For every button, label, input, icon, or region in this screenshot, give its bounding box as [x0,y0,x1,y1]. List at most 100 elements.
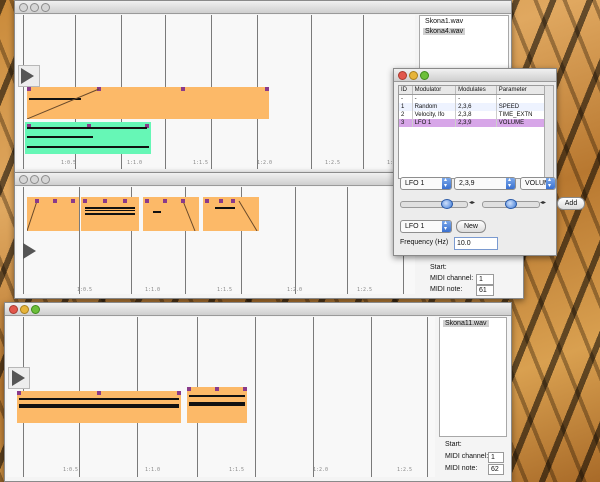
sample-waveform-bar [27,136,93,138]
play-icon[interactable] [21,68,34,84]
timeline-canvas[interactable]: 1:0.5 1:1.0 1:1.5 1:2.0 1:2.5 [7,317,435,477]
timeline-canvas[interactable]: 1:0.5 1:1.0 1:1.5 1:2.0 1:2.5 [17,187,415,294]
chevron-updown-icon [546,178,555,189]
sample-waveform-bar [27,127,147,129]
midi-note-field[interactable]: 61 [476,285,494,296]
table-row-selected[interactable]: 3 LFO 1 2,3,9 VOLUME [399,119,546,127]
column-header[interactable]: Modulator [412,86,457,95]
arrow-buttons-icon[interactable]: ◂▸ [469,199,475,206]
chevron-updown-icon [442,175,451,192]
frequency-field[interactable]: 10.0 [454,237,498,250]
sample-waveform-bar [189,402,245,406]
sample-clip[interactable] [187,387,247,423]
sample-clip[interactable] [203,197,259,231]
chevron-updown-icon [506,175,515,192]
sample-waveform-bar [19,404,179,408]
table-scrollbar[interactable] [544,85,554,179]
play-icon[interactable] [12,370,25,386]
file-item[interactable]: Skona4.wav [423,28,466,35]
envelope-line [182,200,196,231]
range-slider-right[interactable] [482,199,540,209]
modulator-select[interactable]: LFO 1 [400,175,452,192]
close-button[interactable] [19,3,28,12]
window-titlebar[interactable] [15,1,511,14]
file-item[interactable]: Skona11.wav [443,320,489,327]
sample-clip[interactable] [143,197,199,231]
zoom-button[interactable] [41,3,50,12]
column-header[interactable]: Modulates [455,86,497,95]
table-row[interactable]: 1 Random 2,3,6 SPEED [399,103,546,111]
frequency-label: Frequency (Hz) [400,239,449,246]
envelope-point[interactable] [71,199,75,203]
minimize-button[interactable] [30,3,39,12]
column-header[interactable]: Parameter [496,86,546,95]
sample-clip[interactable] [27,197,79,231]
envelope-point[interactable] [243,387,247,391]
envelope-point[interactable] [215,387,219,391]
modulator-window: ID Modulator Modulates Parameter - - - -… [393,68,557,256]
table-row[interactable]: 2 Velocity, lfo 2,3,8 TIME_EXTN [399,111,546,119]
parameter-select[interactable]: VOLUME [520,177,556,190]
envelope-point[interactable] [181,199,185,203]
envelope-point[interactable] [103,199,107,203]
midi-channel-label: MIDI channel: [445,453,489,460]
file-item[interactable]: Skona1.wav [423,18,465,25]
new-button[interactable]: New [456,220,486,233]
zoom-button[interactable] [41,175,50,184]
minimize-button[interactable] [409,71,418,80]
envelope-point[interactable] [205,199,209,203]
timeline-canvas[interactable]: 1:0.5 1:1.0 1:1.5 1:2.0 1:2.5 1:3.0 [17,15,415,169]
envelope-point[interactable] [177,391,181,395]
midi-channel-label: MIDI channel: [430,275,474,282]
window-titlebar[interactable] [5,303,511,316]
close-button[interactable] [19,175,28,184]
range-slider-left[interactable] [400,199,468,209]
chevron-updown-icon [442,218,451,235]
window-titlebar[interactable] [394,69,556,82]
type-select[interactable]: LFO 1 [400,218,452,235]
minimize-button[interactable] [20,305,29,314]
sample-window-bottom: 1:0.5 1:1.0 1:1.5 1:2.0 1:2.5 Skona11.wa… [4,302,512,482]
modulates-select[interactable]: 2,3,9 [454,175,516,192]
envelope-point[interactable] [219,199,223,203]
sample-waveform-bar [85,210,135,211]
close-button[interactable] [398,71,407,80]
envelope-line [27,88,100,119]
modulator-table[interactable]: ID Modulator Modulates Parameter - - - -… [398,85,546,179]
sample-waveform-bar [85,213,135,215]
envelope-point[interactable] [53,199,57,203]
envelope-point[interactable] [35,199,39,203]
zoom-button[interactable] [31,305,40,314]
arrow-buttons-icon[interactable]: ◂▸ [540,199,546,206]
minimize-button[interactable] [30,175,39,184]
sample-waveform-bar [189,395,245,397]
slider-thumb[interactable] [505,199,517,209]
play-icon[interactable] [23,243,36,259]
sample-clip-green[interactable] [25,122,151,154]
envelope-point[interactable] [145,199,149,203]
sample-waveform-bar [153,211,161,213]
midi-note-field[interactable]: 62 [488,464,504,475]
envelope-point[interactable] [17,391,21,395]
file-list[interactable]: Skona11.wav [439,317,507,437]
envelope-point[interactable] [231,199,235,203]
zoom-button[interactable] [420,71,429,80]
sample-clip[interactable] [81,197,139,231]
close-button[interactable] [9,305,18,314]
envelope-point[interactable] [123,199,127,203]
sample-clip[interactable] [27,87,269,119]
midi-channel-field[interactable]: 1 [476,274,494,285]
add-button[interactable]: Add [557,197,585,210]
table-header-row: ID Modulator Modulates Parameter [399,86,546,95]
envelope-point[interactable] [97,391,101,395]
envelope-point[interactable] [187,387,191,391]
midi-channel-field[interactable]: 1 [488,452,504,463]
envelope-point[interactable] [163,199,167,203]
table-row[interactable]: - - - - [399,94,546,103]
envelope-point[interactable] [83,199,87,203]
midi-note-label: MIDI note: [430,286,463,293]
slider-thumb[interactable] [441,199,453,209]
sample-clip[interactable] [17,391,181,423]
sample-waveform-bar [19,398,179,400]
column-header[interactable]: ID [399,86,413,95]
